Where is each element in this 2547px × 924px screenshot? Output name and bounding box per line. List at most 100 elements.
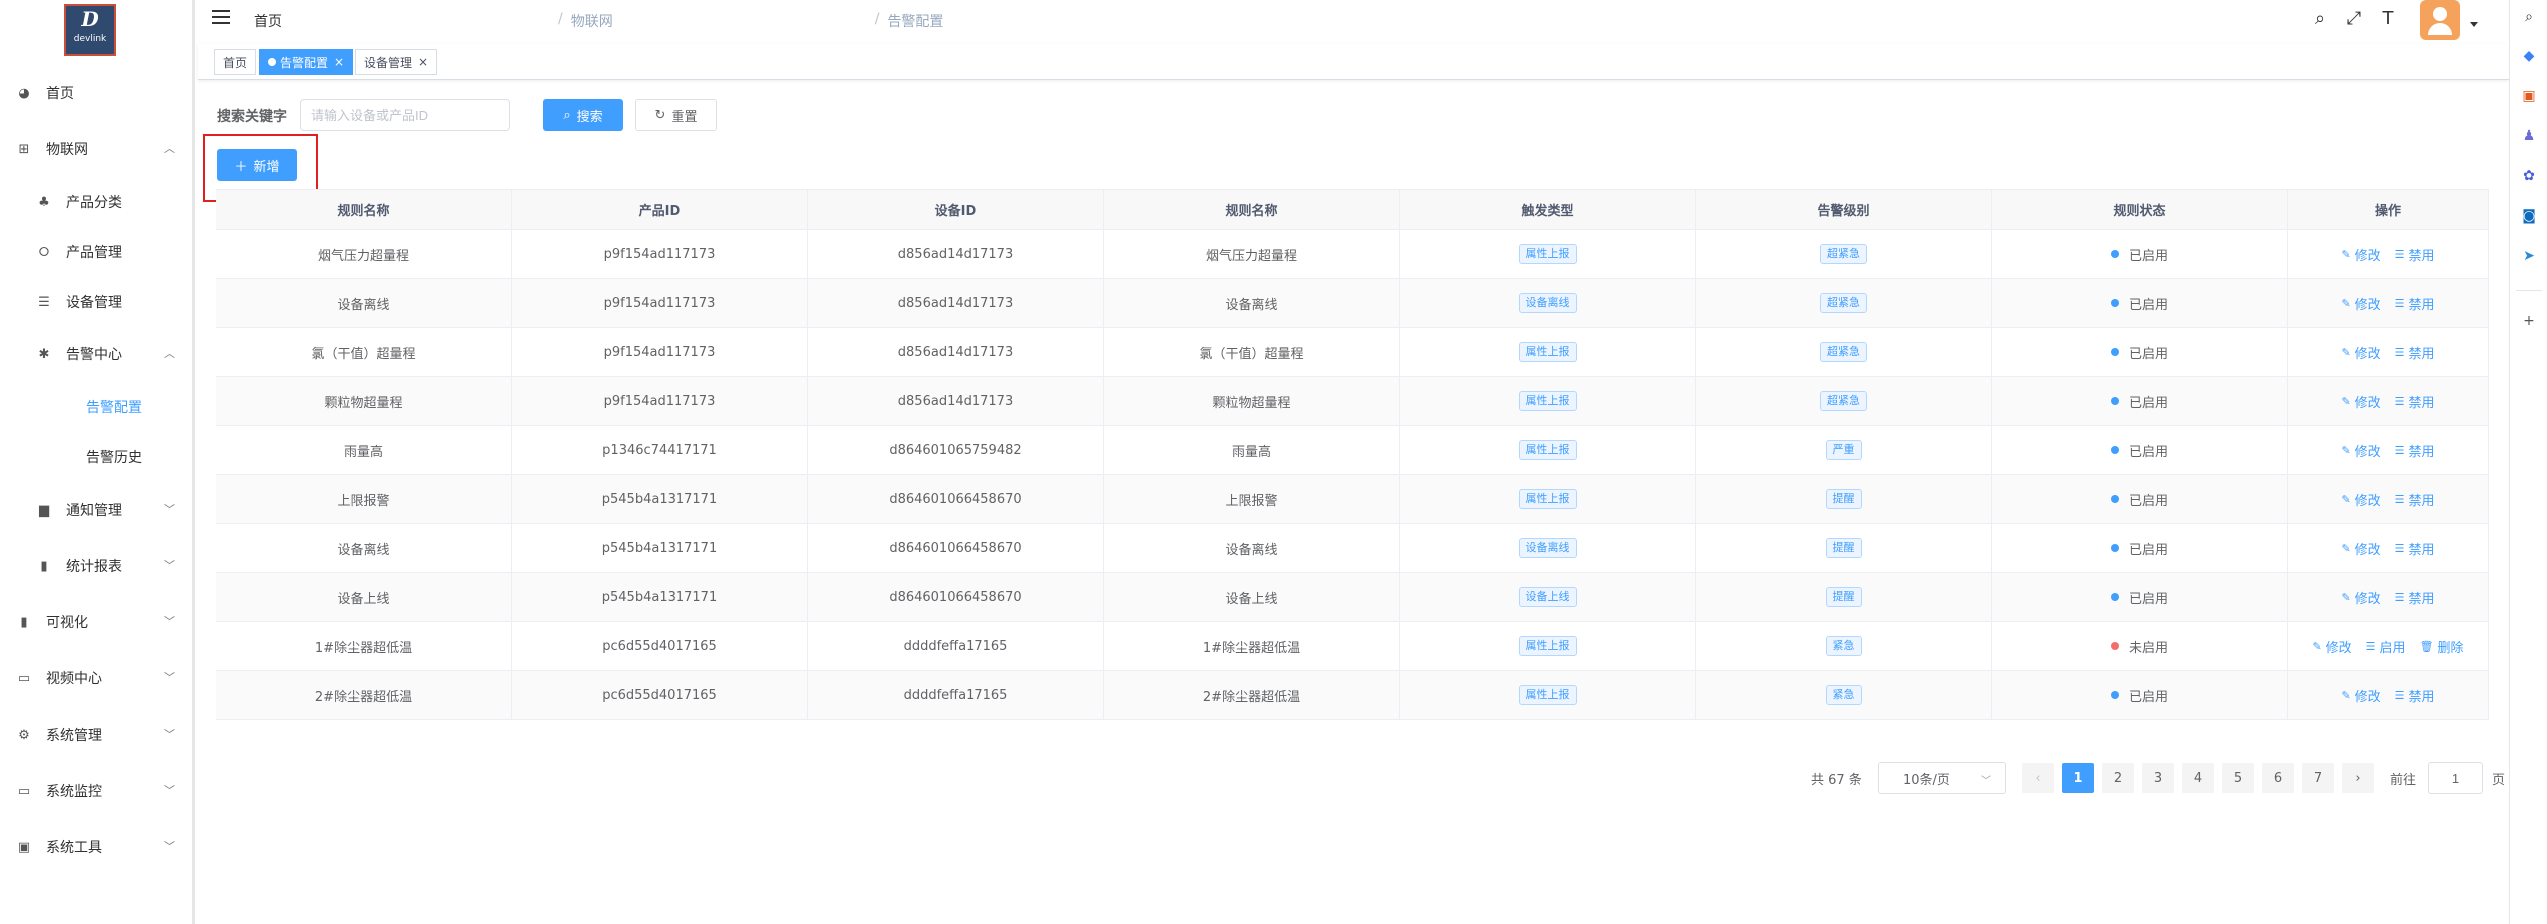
toggle-icon: ☰ [2394, 247, 2405, 261]
sidebar-item-alarm-center[interactable]: ✱ 告警中心 ︿ [0, 334, 192, 374]
menu-toggle-icon[interactable] [212, 10, 230, 26]
page-size-select[interactable]: 10条/页 ﹀ [1878, 762, 2006, 794]
page-number-button[interactable]: 1 [2062, 763, 2094, 793]
page-number-button[interactable]: 7 [2302, 763, 2334, 793]
row-actions: ✎ 修改 ☰ 禁用 [2341, 343, 2434, 362]
search-input[interactable] [300, 99, 510, 131]
page-number-button[interactable]: 6 [2262, 763, 2294, 793]
edit-button[interactable]: ✎ 修改 [2341, 294, 2380, 313]
breadcrumb-item[interactable]: 物联网 [571, 11, 867, 31]
prev-page-button[interactable]: ‹ [2022, 763, 2054, 793]
tag-icon[interactable]: ◆ [2520, 47, 2538, 65]
tag-device-management[interactable]: 设备管理 × [355, 49, 438, 75]
disable-button[interactable]: ☰ 禁用 [2395, 490, 2435, 509]
status-label: 已启用 [2128, 346, 2168, 362]
toolbox-icon[interactable]: ▣ [2520, 87, 2538, 105]
page-number-button[interactable]: 5 [2222, 763, 2254, 793]
row-actions: ✎ 修改 ☰ 禁用 [2341, 441, 2434, 460]
toggle-icon: ☰ [2394, 296, 2405, 310]
status-badge: 已启用 [2110, 539, 2168, 558]
page-number-button[interactable]: 2 [2102, 763, 2134, 793]
disable-button[interactable]: ☰ 禁用 [2395, 294, 2435, 313]
avatar[interactable] [2420, 0, 2460, 40]
font-size-icon[interactable]: T [2377, 8, 2399, 30]
row-actions: ✎ 修改 ☰ 禁用 [2341, 686, 2434, 705]
sidebar-item-system-monitor[interactable]: ▭ 系统监控 ﹀ [0, 771, 192, 811]
alarm-level-badge: 超紧急 [1820, 342, 1867, 362]
table-cell: 已启用 [1992, 475, 2288, 523]
sidebar-item-product-category[interactable]: ♣ 产品分类 [0, 182, 192, 222]
disable-button[interactable]: ☰ 禁用 [2395, 686, 2435, 705]
edit-button[interactable]: ✎ 修改 [2341, 392, 2380, 411]
sidebar-item-visualization[interactable]: ▮ 可视化 ﹀ [0, 602, 192, 642]
search-icon: ⌕ [563, 107, 571, 123]
breadcrumb-separator: / [874, 11, 880, 27]
sidebar-item-notification[interactable]: ▆ 通知管理 ﹀ [0, 490, 192, 530]
next-page-button[interactable]: › [2342, 763, 2374, 793]
delete-button[interactable]: 🗑 删除 [2420, 637, 2464, 656]
sidebar-item-system-management[interactable]: ⚙ 系统管理 ﹀ [0, 715, 192, 755]
status-badge: 已启用 [2110, 490, 2168, 509]
edit-button[interactable]: ✎ 修改 [2341, 588, 2380, 607]
sidebar-item-video-center[interactable]: ▭ 视频中心 ﹀ [0, 658, 192, 698]
edit-button[interactable]: ✎ 修改 [2341, 686, 2380, 705]
status-dot-icon [2110, 299, 2119, 307]
sidebar-item-device-management[interactable]: ☰ 设备管理 [0, 282, 192, 322]
close-icon[interactable]: × [418, 55, 428, 69]
disable-button[interactable]: ☰ 禁用 [2395, 441, 2435, 460]
tag-home[interactable]: 首页 [214, 49, 257, 75]
close-icon[interactable]: × [334, 55, 344, 69]
sidebar-item-iot[interactable]: ⊞ 物联网 ︿ [0, 129, 192, 169]
search-icon[interactable]: ⌕ [2309, 8, 2331, 30]
plus-icon[interactable]: + [2520, 312, 2538, 330]
alarm-level-badge: 提醒 [1825, 489, 1862, 509]
add-button[interactable]: ＋ 新增 [217, 149, 297, 181]
toggle-icon: ☰ [2394, 688, 2405, 702]
fullscreen-icon[interactable]: ⤢ [2343, 8, 2365, 30]
edit-button[interactable]: ✎ 修改 [2341, 539, 2380, 558]
search-button[interactable]: ⌕ 搜索 [543, 99, 623, 131]
breadcrumb: 首页 / 物联网 / 告警配置 [254, 11, 1183, 31]
action-label: 修改 [2325, 640, 2352, 656]
enable-button[interactable]: ☰ 启用 [2366, 637, 2406, 656]
sidebar-item-alarm-history[interactable]: 告警历史 [0, 437, 192, 477]
edit-button[interactable]: ✎ 修改 [2341, 441, 2380, 460]
tag-alarm-config[interactable]: 告警配置 × [259, 49, 354, 75]
send-icon[interactable]: ➤ [2520, 247, 2538, 265]
disable-button[interactable]: ☰ 禁用 [2395, 343, 2435, 362]
edit-button[interactable]: ✎ 修改 [2341, 245, 2380, 264]
breadcrumb-item[interactable]: 首页 [254, 11, 550, 31]
sidebar-item-home[interactable]: ◕ 首页 [0, 73, 192, 113]
goto-page-input[interactable] [2428, 762, 2483, 794]
table-row: 2#除尘器超低温 pc6d55d4017165 ddddfeffa17165 2#除尘… [216, 671, 2489, 720]
message-icon: ▆ [39, 502, 49, 518]
sidebar-item-product-management[interactable]: ⭘ 产品管理 [0, 232, 192, 272]
outlook-icon[interactable]: ◙ [2520, 207, 2538, 225]
disable-button[interactable]: ☰ 禁用 [2395, 588, 2435, 607]
copilot-icon[interactable]: ✿ [2520, 167, 2538, 185]
table-cell: 设备离线 [1400, 279, 1696, 327]
gear-icon: ⚙ [18, 727, 30, 743]
person-icon[interactable]: ♟ [2520, 127, 2538, 145]
search-icon[interactable]: ⌕ [2520, 8, 2538, 26]
reset-button[interactable]: ↻ 重置 [635, 99, 717, 131]
action-label: 修改 [2354, 689, 2381, 705]
edit-button[interactable]: ✎ 修改 [2341, 343, 2380, 362]
edit-button[interactable]: ✎ 修改 [2312, 637, 2351, 656]
caret-down-icon[interactable] [2470, 22, 2478, 27]
disable-button[interactable]: ☰ 禁用 [2395, 245, 2435, 264]
page-number-button[interactable]: 4 [2182, 763, 2214, 793]
app-logo[interactable]: D devlink [64, 4, 116, 56]
disable-button[interactable]: ☰ 禁用 [2395, 539, 2435, 558]
disable-button[interactable]: ☰ 禁用 [2395, 392, 2435, 411]
sidebar-item-alarm-config[interactable]: 告警配置 [0, 387, 192, 427]
plus-icon: ＋ [234, 159, 248, 175]
action-label: 禁用 [2408, 591, 2435, 607]
action-label: 禁用 [2408, 297, 2435, 313]
page-number-button[interactable]: 3 [2142, 763, 2174, 793]
edit-button[interactable]: ✎ 修改 [2341, 490, 2380, 509]
sidebar-item-statistics[interactable]: ▮ 统计报表 ﹀ [0, 546, 192, 586]
table-cell: d856ad14d17173 [808, 328, 1104, 376]
sidebar-item-system-tools[interactable]: ▣ 系统工具 ﹀ [0, 827, 192, 867]
table-cell: p9f154ad117173 [512, 377, 808, 425]
